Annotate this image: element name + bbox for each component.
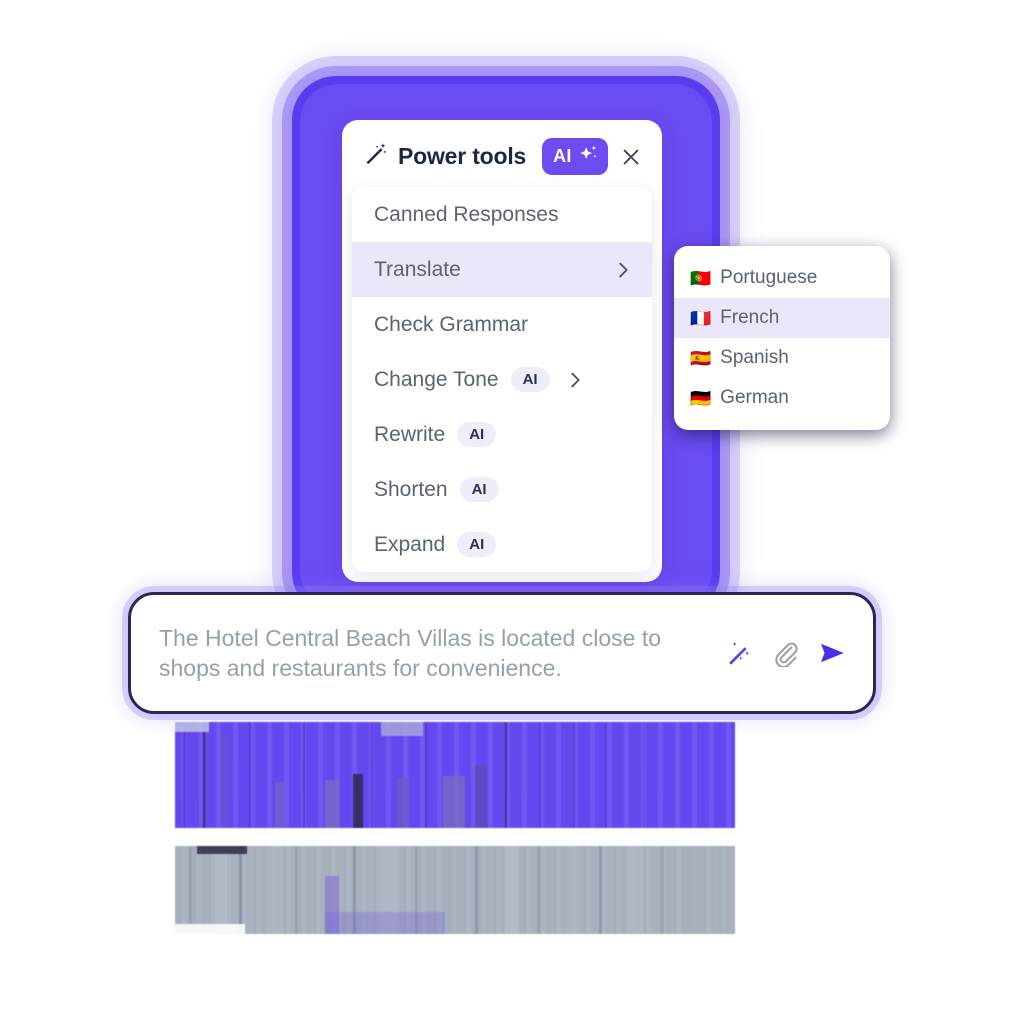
menu-item-label: Rewrite: [374, 422, 446, 446]
bottom-text-block: [175, 722, 735, 937]
menu-item-change-tone[interactable]: Change Tone AI: [352, 352, 652, 407]
language-item-spanish[interactable]: 🇪🇸 Spanish: [674, 338, 890, 378]
flag-france-icon: 🇫🇷: [690, 308, 712, 328]
ai-chip: AI: [457, 422, 497, 447]
send-icon[interactable]: [817, 638, 847, 668]
menu-item-expand[interactable]: Expand AI: [352, 517, 652, 572]
ai-chip: AI: [457, 532, 497, 557]
menu-item-label: Change Tone: [374, 367, 499, 391]
menu-item-rewrite[interactable]: Rewrite AI: [352, 407, 652, 462]
message-actions: [725, 638, 847, 668]
close-icon[interactable]: [618, 144, 644, 170]
menu-item-shorten[interactable]: Shorten AI: [352, 462, 652, 517]
language-submenu: 🇵🇹 Portuguese 🇫🇷 French 🇪🇸 Spanish 🇩🇪 Ge…: [674, 246, 890, 430]
flag-portugal-icon: 🇵🇹: [690, 268, 712, 288]
language-item-french[interactable]: 🇫🇷 French: [674, 298, 890, 338]
render-artifact-overlay: [175, 722, 735, 828]
menu-item-label: Check Grammar: [374, 312, 529, 336]
menu-item-label: Shorten: [374, 477, 448, 501]
menu-item-canned-responses[interactable]: Canned Responses: [352, 187, 652, 242]
menu-item-label: Canned Responses: [374, 202, 559, 226]
render-artifact-overlay: [175, 846, 735, 934]
bottom-heading: [175, 722, 735, 828]
language-item-portuguese[interactable]: 🇵🇹 Portuguese: [674, 258, 890, 298]
language-item-label: German: [720, 387, 789, 408]
flag-spain-icon: 🇪🇸: [690, 348, 712, 368]
panel-title: Power tools: [398, 143, 527, 169]
sparkle-icon: [577, 143, 599, 170]
render-artifact-streaks: [175, 846, 735, 934]
magic-wand-icon: [362, 141, 388, 172]
language-item-label: Portuguese: [720, 267, 818, 288]
power-tools-header: Power tools AI: [342, 120, 662, 187]
magic-wand-icon[interactable]: [725, 639, 753, 667]
chevron-right-icon: [564, 369, 586, 391]
power-tools-panel: Power tools AI Canned Responses Translat…: [342, 120, 662, 582]
language-item-german[interactable]: 🇩🇪 German: [674, 378, 890, 418]
ai-badge[interactable]: AI: [542, 138, 608, 175]
menu-item-check-grammar[interactable]: Check Grammar: [352, 297, 652, 352]
language-item-label: Spanish: [720, 347, 789, 368]
chevron-right-icon: [612, 259, 634, 281]
power-tools-menu: Canned Responses Translate Check Grammar…: [352, 187, 652, 572]
menu-item-translate[interactable]: Translate: [352, 242, 652, 297]
render-artifact-streaks: [175, 722, 645, 828]
flag-germany-icon: 🇩🇪: [690, 388, 712, 408]
attachment-icon[interactable]: [771, 639, 799, 667]
message-input-bar[interactable]: The Hotel Central Beach Villas is locate…: [128, 592, 876, 714]
menu-item-label: Expand: [374, 532, 446, 556]
language-item-label: French: [720, 307, 780, 328]
bottom-body: [175, 846, 735, 934]
ai-badge-label: AI: [553, 146, 572, 166]
ai-chip: AI: [510, 367, 550, 392]
menu-item-label: Translate: [374, 257, 461, 281]
message-input-text[interactable]: The Hotel Central Beach Villas is locate…: [159, 623, 725, 684]
ai-chip: AI: [459, 477, 499, 502]
